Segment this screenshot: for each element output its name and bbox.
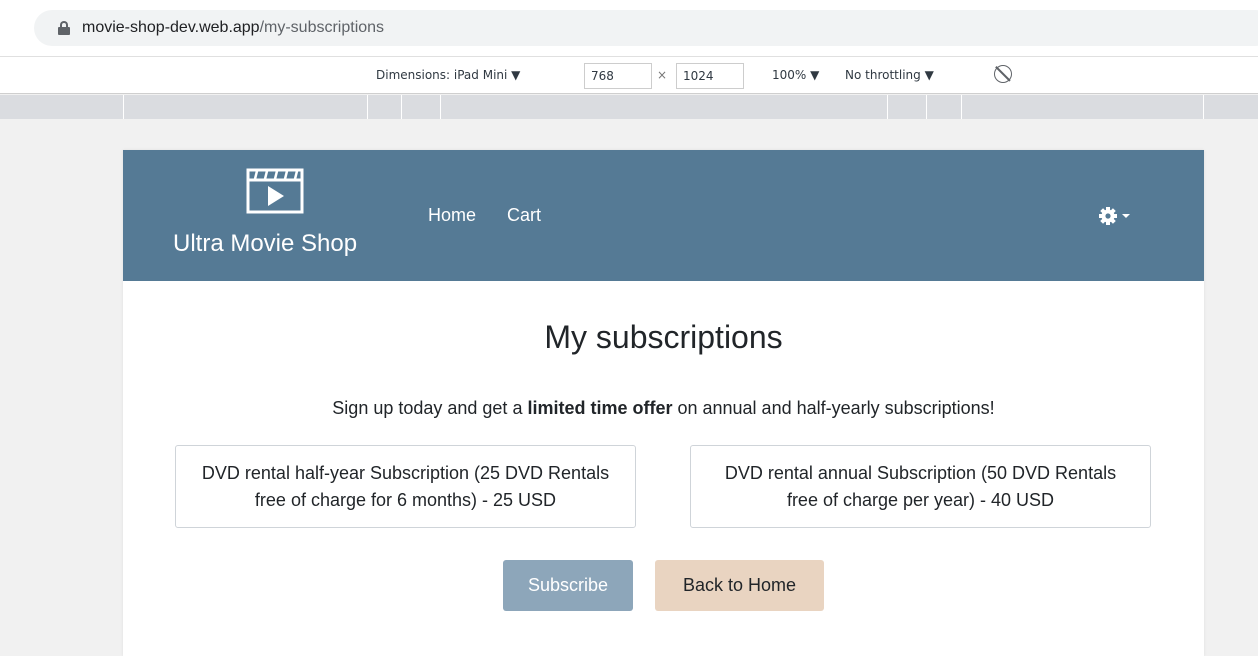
- lock-icon[interactable]: [58, 21, 70, 35]
- throttling-dropdown[interactable]: No throttling ▼: [845, 68, 934, 82]
- brand-name: Ultra Movie Shop: [173, 230, 358, 257]
- height-input[interactable]: 1024: [676, 63, 744, 89]
- gear-icon: [1099, 207, 1117, 225]
- plan-card-annual[interactable]: DVD rental annual Subscription (50 DVD R…: [690, 445, 1151, 528]
- times-symbol: ×: [657, 68, 668, 82]
- nav-link-cart[interactable]: Cart: [507, 205, 541, 226]
- plan-card-half-year[interactable]: DVD rental half-year Subscription (25 DV…: [175, 445, 636, 528]
- nav-link-home[interactable]: Home: [428, 205, 476, 226]
- width-input[interactable]: 768: [584, 63, 652, 89]
- url-path: /my-subscriptions: [259, 19, 385, 36]
- zoom-dropdown[interactable]: 100% ▼: [772, 68, 819, 82]
- page-title: My subscriptions: [544, 319, 783, 355]
- omnibox[interactable]: movie-shop-dev.web.app/my-subscriptions: [34, 10, 1258, 46]
- back-to-home-button[interactable]: Back to Home: [655, 560, 824, 611]
- film-play-icon: [246, 168, 304, 214]
- settings-dropdown-toggle[interactable]: [1098, 206, 1136, 226]
- offer-suffix: on annual and half-yearly subscriptions!: [672, 398, 995, 418]
- page-viewport: Ultra Movie Shop Home Cart My subscripti…: [123, 150, 1204, 656]
- navbar: Ultra Movie Shop Home Cart: [123, 150, 1204, 281]
- dimensions-dropdown[interactable]: Dimensions: iPad Mini ▼: [376, 68, 520, 82]
- offer-text: Sign up today and get a limited time off…: [123, 398, 1204, 419]
- media-query-ruler[interactable]: [0, 95, 1258, 119]
- device-toolbar: Dimensions: iPad Mini ▼ 768 × 1024 100% …: [0, 56, 1258, 94]
- subscribe-button[interactable]: Subscribe: [503, 560, 633, 611]
- offer-prefix: Sign up today and get a: [332, 398, 528, 418]
- caret-down-icon: [1122, 214, 1130, 218]
- main-content: My subscriptions Sign up today and get a…: [123, 281, 1204, 656]
- brand-link[interactable]: Ultra Movie Shop: [173, 168, 383, 268]
- offer-highlight: limited time offer: [527, 398, 673, 418]
- browser-address-bar: movie-shop-dev.web.app/my-subscriptions: [0, 0, 1258, 56]
- rotate-disabled-icon[interactable]: [994, 65, 1012, 83]
- url-host: movie-shop-dev.web.app: [82, 19, 260, 36]
- url-text[interactable]: movie-shop-dev.web.app/my-subscriptions: [82, 19, 384, 37]
